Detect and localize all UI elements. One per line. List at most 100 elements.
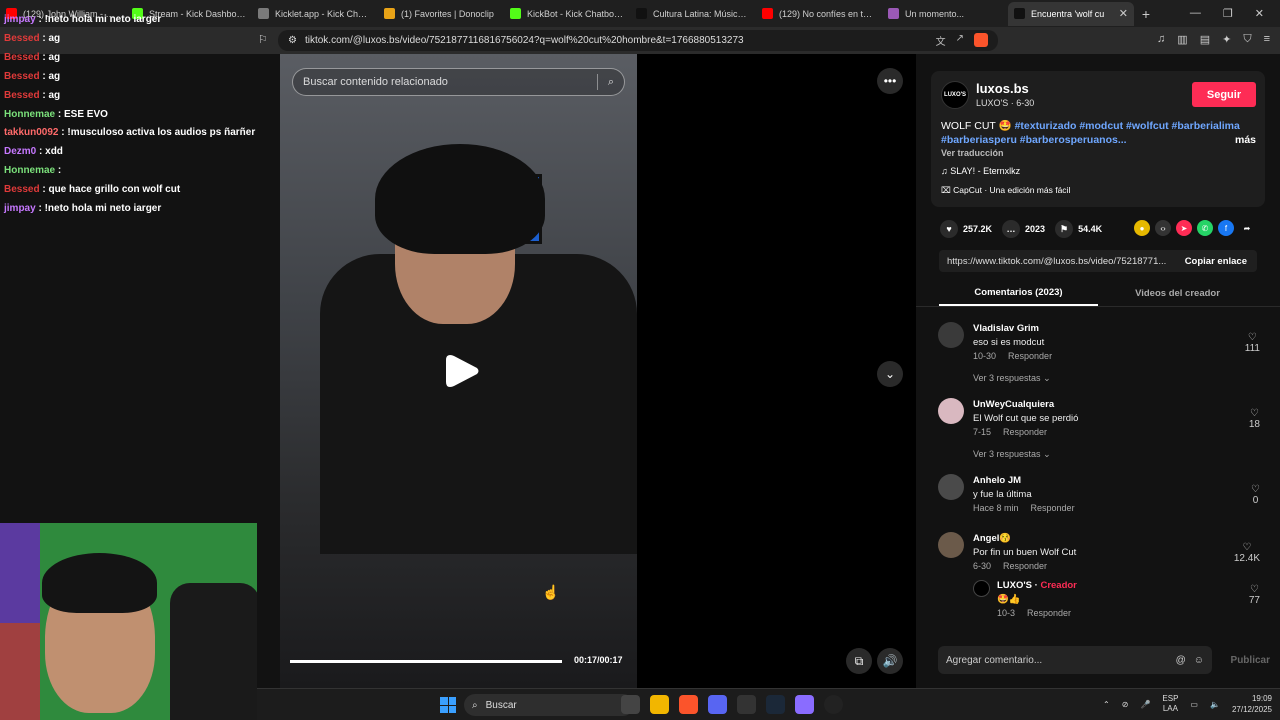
menu-icon[interactable]: ≡	[1264, 33, 1270, 46]
file-explorer-icon[interactable]	[650, 695, 669, 714]
save-button[interactable]: ⚑ 54.4K	[1055, 220, 1102, 238]
reply-like-button[interactable]: ♡ 77	[1249, 584, 1260, 606]
comment-author[interactable]: Anhelo JM	[973, 475, 1021, 486]
comment-like-button[interactable]: ♡ 12.4K	[1234, 542, 1260, 564]
emoji-icon[interactable]: ☺	[1194, 655, 1204, 666]
like-button[interactable]: ♥ 257.2K	[940, 220, 992, 238]
close-window-icon[interactable]: ✕	[1255, 7, 1264, 20]
comment-author[interactable]: Vladislav Grim	[973, 323, 1039, 334]
reply-link[interactable]: Responder	[1008, 351, 1052, 361]
volume-tray-icon[interactable]: 🔈	[1210, 700, 1220, 709]
brave-browser-icon[interactable]	[679, 695, 698, 714]
video-player[interactable]: Buscar contenido relacionado ⌕ 00:17/00:…	[280, 54, 637, 688]
chat-username[interactable]: Bessed	[4, 71, 40, 82]
translate-icon[interactable]: 文	[936, 33, 946, 48]
reply-link[interactable]: Responder	[1003, 561, 1047, 571]
media-app-icon[interactable]	[824, 695, 843, 714]
comment-like-button[interactable]: ♡ 111	[1245, 332, 1260, 354]
coin-icon[interactable]: ●	[1134, 220, 1150, 236]
chat-username[interactable]: Bessed	[4, 90, 40, 101]
comment-button[interactable]: … 2023	[1002, 220, 1045, 238]
reply-link[interactable]: Responder	[1031, 503, 1075, 513]
language-indicator[interactable]: ESP LAA	[1162, 694, 1178, 714]
browser-tab[interactable]: (1) Favorites | Donoclip	[378, 2, 504, 26]
start-icon[interactable]	[440, 697, 456, 713]
discord-icon[interactable]	[708, 695, 727, 714]
chat-username[interactable]: jimpay	[4, 14, 36, 25]
chat-username[interactable]: Bessed	[4, 52, 40, 63]
new-tab-button[interactable]: +	[1134, 6, 1158, 22]
leo-icon[interactable]: ✦	[1222, 33, 1231, 46]
chat-username[interactable]: Honnemae	[4, 165, 55, 176]
copy-link-button[interactable]: Copiar enlace	[1185, 256, 1257, 267]
hashtag-link[interactable]: #barberiasperu	[941, 134, 1017, 146]
comment-avatar[interactable]	[938, 398, 964, 424]
comment-input[interactable]: Agregar comentario... @ ☺	[938, 646, 1212, 674]
app-icon[interactable]	[795, 695, 814, 714]
taskbar-search[interactable]: ⌕ Buscar	[464, 694, 634, 716]
hashtag-link[interactable]: #modcut	[1079, 120, 1123, 132]
reply-avatar[interactable]	[973, 580, 990, 597]
mention-icon[interactable]: @	[1176, 655, 1186, 666]
tray-chevron-icon[interactable]: ⌃	[1103, 700, 1110, 709]
tab-creator-videos[interactable]: Videos del creador	[1098, 280, 1257, 306]
close-tab-icon[interactable]: ✕	[1119, 7, 1128, 20]
comment-like-button[interactable]: ♡ 0	[1251, 484, 1260, 506]
chat-username[interactable]: takkun0092	[4, 127, 58, 138]
comment-avatar[interactable]	[938, 322, 964, 348]
translate-link[interactable]: Ver traducción	[941, 148, 1004, 158]
comment-avatar[interactable]	[938, 532, 964, 558]
chat-username[interactable]: Bessed	[4, 184, 40, 195]
comment-author[interactable]: UnWeyCualquiera	[973, 399, 1054, 410]
play-icon[interactable]	[442, 351, 482, 391]
comment-like-button[interactable]: ♡ 18	[1249, 408, 1260, 430]
hashtag-link[interactable]: #texturizado	[1015, 120, 1077, 132]
hashtag-link[interactable]: #barberialima	[1172, 120, 1240, 132]
chat-username[interactable]: Honnemae	[4, 109, 55, 120]
sidebar-icon[interactable]: ▥	[1177, 33, 1187, 46]
chat-username[interactable]: Dezm0	[4, 146, 36, 157]
creator-avatar[interactable]: LUXO'S	[941, 81, 969, 109]
share-more-icon[interactable]: ➦	[1239, 220, 1255, 236]
reply-link[interactable]: Responder	[1003, 427, 1047, 437]
brave-shield-icon[interactable]	[974, 33, 988, 47]
caption-more-link[interactable]: más	[1235, 133, 1256, 147]
display-icon[interactable]: ▭	[1190, 700, 1198, 709]
progress-bar[interactable]	[290, 660, 562, 663]
chat-username[interactable]: Bessed	[4, 33, 40, 44]
hashtag-link[interactable]: #wolfcut	[1126, 120, 1169, 132]
view-replies-link[interactable]: Ver 3 respuestas ⌄	[973, 449, 1051, 460]
music-row[interactable]: ♫ SLAY! - Eternxlkz	[941, 166, 1020, 176]
hashtag-link[interactable]: #barberosperuanos...	[1020, 134, 1127, 146]
mic-icon[interactable]: 🎤	[1140, 700, 1150, 709]
embed-icon[interactable]: ‹›	[1155, 220, 1171, 236]
browser-tab[interactable]: Encuentra 'wolf cu ✕	[1008, 1, 1134, 26]
volume-icon[interactable]: 🔊	[877, 648, 903, 674]
wallet-icon[interactable]: ▤	[1200, 33, 1210, 46]
browser-tab[interactable]: Un momento...	[882, 2, 1008, 26]
obs-icon[interactable]	[737, 695, 756, 714]
creator-username[interactable]: luxos.bs	[976, 81, 1029, 96]
url-field[interactable]: ⚙ tiktok.com/@luxos.bs/video/75218771168…	[278, 30, 998, 51]
maximize-icon[interactable]: ❐	[1223, 7, 1233, 20]
clock[interactable]: 19:09 27/12/2025	[1232, 693, 1272, 715]
follow-button[interactable]: Seguir	[1192, 82, 1256, 107]
comment-author[interactable]: Angel😚	[973, 533, 1011, 544]
reply-author[interactable]: LUXO'S · Creador	[997, 580, 1077, 591]
browser-tab[interactable]: (129) No confíes en tus he	[756, 2, 882, 26]
send-icon[interactable]: ➤	[1176, 220, 1192, 236]
next-video-icon[interactable]: ⌄	[877, 361, 903, 387]
media-icon[interactable]: ♫	[1157, 33, 1165, 46]
reply-reply-link[interactable]: Responder	[1027, 608, 1071, 618]
chat-username[interactable]: jimpay	[4, 203, 36, 214]
share-icon[interactable]: ↗	[956, 33, 964, 48]
facebook-icon[interactable]: f	[1218, 220, 1234, 236]
search-icon[interactable]: ⌕	[608, 76, 614, 89]
minimize-icon[interactable]: —	[1190, 7, 1201, 20]
browser-tab[interactable]: Cultura Latina: Música y St	[630, 2, 756, 26]
task-view-icon[interactable]	[621, 695, 640, 714]
browser-tab[interactable]: KickBot - Kick Chatbot, Ale	[504, 2, 630, 26]
capcut-row[interactable]: ⌧ CapCut · Una edición más fácil	[941, 185, 1070, 196]
whatsapp-icon[interactable]: ✆	[1197, 220, 1213, 236]
steam-icon[interactable]	[766, 695, 785, 714]
